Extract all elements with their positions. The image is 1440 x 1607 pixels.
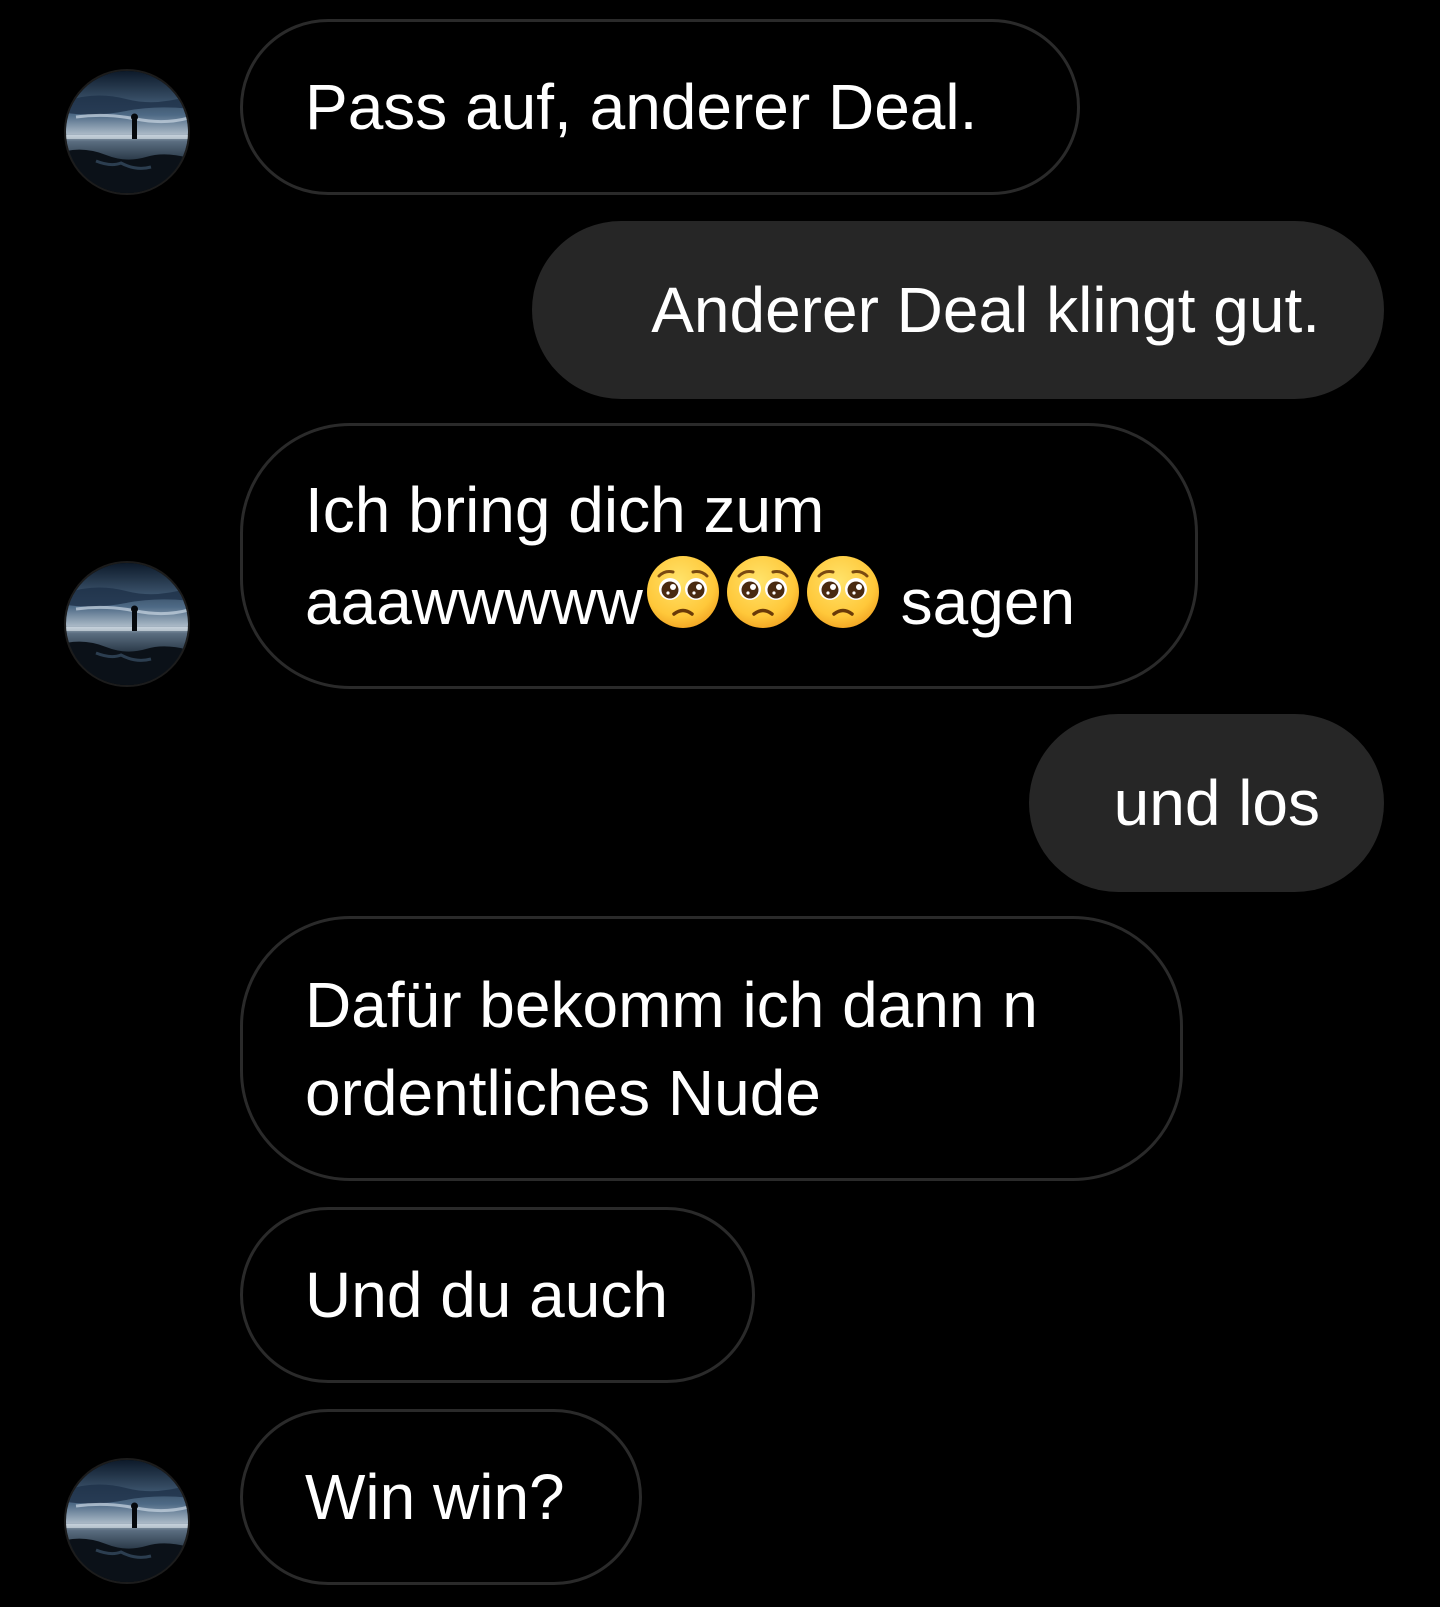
avatar[interactable] xyxy=(64,69,190,195)
message-text: Und du auch xyxy=(305,1259,668,1331)
profile-photo-icon xyxy=(66,563,190,687)
avatar[interactable] xyxy=(64,1458,190,1584)
message-text-trailing: sagen xyxy=(882,566,1076,638)
message-text-line-1: Ich bring dich zum xyxy=(305,474,825,546)
message-text-line-2: aaawwwww sagen xyxy=(305,554,1135,646)
message-text-line-1: Dafür bekomm ich dann n xyxy=(305,968,1038,1041)
message-bubble-sent[interactable]: Anderer Deal klingt gut. xyxy=(532,221,1384,399)
message-text-line-2: ordentliches Nude xyxy=(305,1056,821,1129)
pleading-face-emoji-icon xyxy=(645,554,721,630)
pleading-face-emoji-icon xyxy=(805,554,881,630)
message-text: aaawwwww xyxy=(305,566,643,638)
message-bubble-received[interactable]: Ich bring dich zum aaawwwww sagen xyxy=(240,423,1198,689)
message-bubble-received[interactable]: Dafür bekomm ich dann n ordentliches Nud… xyxy=(240,916,1183,1181)
message-text: Win win? xyxy=(305,1461,565,1533)
message-text: Anderer Deal klingt gut. xyxy=(651,274,1320,346)
message-bubble-received[interactable]: Pass auf, anderer Deal. xyxy=(240,19,1080,195)
message-text: Pass auf, anderer Deal. xyxy=(305,71,978,143)
profile-photo-icon xyxy=(66,71,190,195)
profile-photo-icon xyxy=(66,1460,190,1584)
message-bubble-received[interactable]: Win win? xyxy=(240,1409,642,1585)
message-bubble-sent[interactable]: und los xyxy=(1029,714,1384,892)
message-bubble-received[interactable]: Und du auch xyxy=(240,1207,755,1383)
avatar[interactable] xyxy=(64,561,190,687)
message-text: und los xyxy=(1113,767,1320,839)
pleading-face-emoji-icon xyxy=(725,554,801,630)
